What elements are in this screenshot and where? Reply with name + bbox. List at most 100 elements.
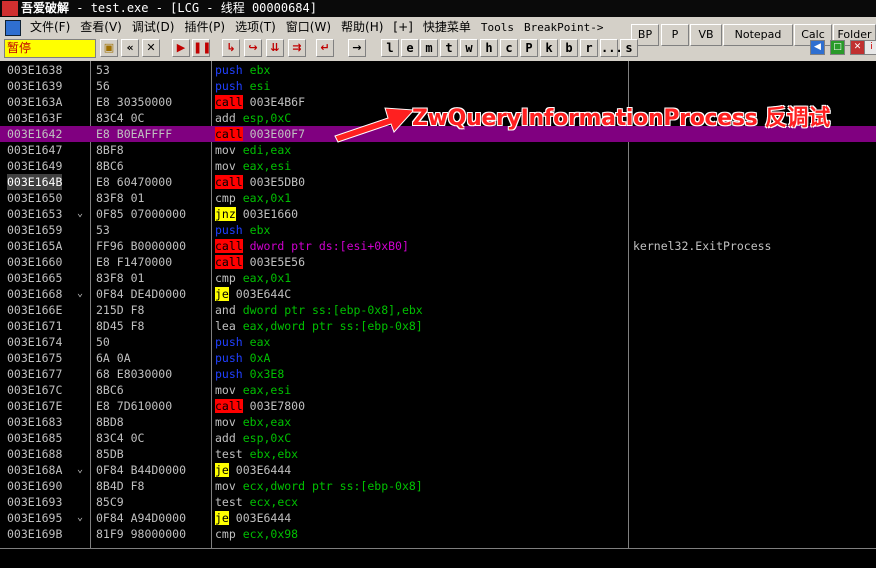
row-operand: eax,0x1 xyxy=(242,271,292,285)
trace-into-icon[interactable]: ⇊ xyxy=(266,39,284,57)
row-hex: 6A 0A xyxy=(96,351,131,365)
threads-window-button[interactable]: t xyxy=(440,39,458,57)
window-close-icon[interactable]: ✕ xyxy=(850,40,865,55)
row-hex: 8BD8 xyxy=(96,415,124,429)
menu-shortcut[interactable]: 快捷菜单 xyxy=(418,17,476,37)
info-icon[interactable]: i xyxy=(864,40,876,55)
menu-view[interactable]: 查看(V) xyxy=(75,17,127,37)
table-row[interactable]: 003E1659 53 push ebx xyxy=(0,222,876,238)
table-row[interactable]: 003E1693 85C9 test ecx,ecx xyxy=(0,494,876,510)
menu-plus[interactable]: [+] xyxy=(388,17,417,37)
row-instruction: mov edi,eax xyxy=(215,142,291,158)
system-menu-icon[interactable] xyxy=(5,20,21,36)
row-instruction: mov eax,esi xyxy=(215,382,291,398)
table-row[interactable]: 003E1649 8BC6 mov eax,esi xyxy=(0,158,876,174)
vb-button[interactable]: VB xyxy=(690,24,722,46)
row-instruction: cmp ecx,0x98 xyxy=(215,526,298,542)
menu-help[interactable]: 帮助(H) xyxy=(336,17,388,37)
table-row[interactable]: 003E169B 81F9 98000000 cmp ecx,0x98 xyxy=(0,526,876,542)
source-window-button[interactable]: s xyxy=(620,39,638,57)
row-operand: 0xA xyxy=(249,351,271,365)
row-address: 003E1675 xyxy=(7,351,63,365)
step-over-icon[interactable]: ↪ xyxy=(244,39,262,57)
row-mnemonic: push xyxy=(215,335,243,349)
run-icon[interactable]: ▶ xyxy=(172,39,190,57)
table-row[interactable]: 003E1695 ⌄ 0F84 A94D0000 je 003E6444 xyxy=(0,510,876,526)
row-mnemonic: add xyxy=(215,111,236,125)
disassembly-pane[interactable]: 003E1638 53 push ebx 003E1639 56 push esi 003E… xyxy=(0,61,876,567)
memory-window-button[interactable]: m xyxy=(420,39,438,57)
table-row[interactable]: 003E1671 8D45 F8 lea eax,dword ptr ss:[ebp… xyxy=(0,318,876,334)
row-operand: 003E00F7 xyxy=(249,127,306,141)
row-address: 003E164B xyxy=(7,174,63,190)
menu-window[interactable]: 窗口(W) xyxy=(281,17,336,37)
close-program-icon[interactable]: ✕ xyxy=(142,39,160,57)
execute-till-return-icon[interactable]: ↵ xyxy=(316,39,334,57)
row-operand: eax,esi xyxy=(242,159,292,173)
handles-window-button[interactable]: h xyxy=(480,39,498,57)
menu-tools[interactable]: Tools xyxy=(476,18,519,38)
window-tile-icon[interactable]: □ xyxy=(830,40,845,55)
table-row[interactable]: 003E1665 83F8 01 cmp eax,0x1 xyxy=(0,270,876,286)
row-instruction: je 003E6444 xyxy=(215,510,291,526)
row-hex: 83F8 01 xyxy=(96,271,145,285)
table-row[interactable]: 003E164B E8 60470000 call 003E5DB0 xyxy=(0,174,876,190)
row-hex: FF96 B0000000 xyxy=(96,239,187,253)
table-row[interactable]: 003E168A ⌄ 0F84 B44D0000 je 003E6444 xyxy=(0,462,876,478)
table-row[interactable]: 003E167E E8 7D610000 call 003E7800 xyxy=(0,398,876,414)
row-instruction: lea eax,dword ptr ss:[ebp-0x8] xyxy=(215,318,423,334)
status-paused: 暂停 xyxy=(4,39,96,58)
table-row[interactable]: 003E1660 E8 F1470000 call 003E5E56 xyxy=(0,254,876,270)
row-address: 003E1685 xyxy=(7,431,63,445)
table-row[interactable]: 003E1675 6A 0A push 0xA xyxy=(0,350,876,366)
table-row[interactable]: 003E167C 8BC6 mov eax,esi xyxy=(0,382,876,398)
call-stack-button[interactable]: k xyxy=(540,39,558,57)
table-row[interactable]: 003E1677 68 E8030000 push 0x3E8 xyxy=(0,366,876,382)
table-row[interactable]: 003E1683 8BD8 mov ebx,eax xyxy=(0,414,876,430)
row-mnemonic: test xyxy=(215,447,243,461)
table-row[interactable]: 003E1650 83F8 01 cmp eax,0x1 xyxy=(0,190,876,206)
row-address: 003E1649 xyxy=(7,159,63,173)
table-row[interactable]: 003E1653 ⌄ 0F85 07000000 jnz 003E1660 xyxy=(0,206,876,222)
cpu-window-button[interactable]: c xyxy=(500,39,518,57)
trace-over-icon[interactable]: ⇉ xyxy=(288,39,306,57)
table-row[interactable]: 003E1674 50 push eax xyxy=(0,334,876,350)
row-address: 003E1639 xyxy=(7,79,63,93)
menu-breakpoint[interactable]: BreakPoint-> xyxy=(519,18,608,38)
jump-marker-icon: ⌄ xyxy=(77,464,84,475)
row-mnemonic: add xyxy=(215,431,236,445)
patches-window-button[interactable]: P xyxy=(520,39,538,57)
window-left-icon[interactable]: ◀ xyxy=(810,40,825,55)
notepad-button[interactable]: Notepad xyxy=(723,24,793,46)
run-trace-button[interactable]: ... xyxy=(600,39,623,57)
log-window-button[interactable]: l xyxy=(381,39,399,57)
menu-plugins[interactable]: 插件(P) xyxy=(179,17,230,37)
menu-options[interactable]: 选项(T) xyxy=(230,17,281,37)
table-row[interactable]: 003E1690 8B4D F8 mov ecx,dword ptr ss:[ebp… xyxy=(0,478,876,494)
row-hex: 81F9 98000000 xyxy=(96,527,187,541)
open-file-icon[interactable]: ▣ xyxy=(100,39,118,57)
row-instruction: add esp,0xC xyxy=(215,110,291,126)
table-row[interactable]: 003E165A FF96 B0000000 call dword ptr ds:[… xyxy=(0,238,876,254)
row-operand: ebx,eax xyxy=(242,415,292,429)
step-into-icon[interactable]: ↳ xyxy=(222,39,240,57)
table-row[interactable]: 003E1668 ⌄ 0F84 DE4D0000 je 003E644C xyxy=(0,286,876,302)
table-row[interactable]: 003E1639 56 push esi xyxy=(0,78,876,94)
pause-icon[interactable]: ❚❚ xyxy=(192,39,211,57)
windows-window-button[interactable]: w xyxy=(460,39,478,57)
row-hex: 50 xyxy=(96,335,110,349)
menu-debug[interactable]: 调试(D) xyxy=(127,17,180,37)
breakpoints-window-button[interactable]: b xyxy=(560,39,578,57)
table-row[interactable]: 003E1647 8BF8 mov edi,eax xyxy=(0,142,876,158)
p-button[interactable]: P xyxy=(661,24,689,46)
table-row[interactable]: 003E1688 85DB test ebx,ebx xyxy=(0,446,876,462)
menu-file[interactable]: 文件(F) xyxy=(25,17,75,37)
references-window-button[interactable]: r xyxy=(580,39,598,57)
table-row[interactable]: 003E166E 215D F8 and dword ptr ss:[ebp-0x8… xyxy=(0,302,876,318)
modules-window-button[interactable]: e xyxy=(401,39,419,57)
restart-icon[interactable]: « xyxy=(121,39,139,57)
goto-icon[interactable]: → xyxy=(348,39,366,57)
table-row[interactable]: 003E1638 53 push ebx xyxy=(0,62,876,78)
row-mnemonic: mov xyxy=(215,143,236,157)
table-row[interactable]: 003E1685 83C4 0C add esp,0xC xyxy=(0,430,876,446)
